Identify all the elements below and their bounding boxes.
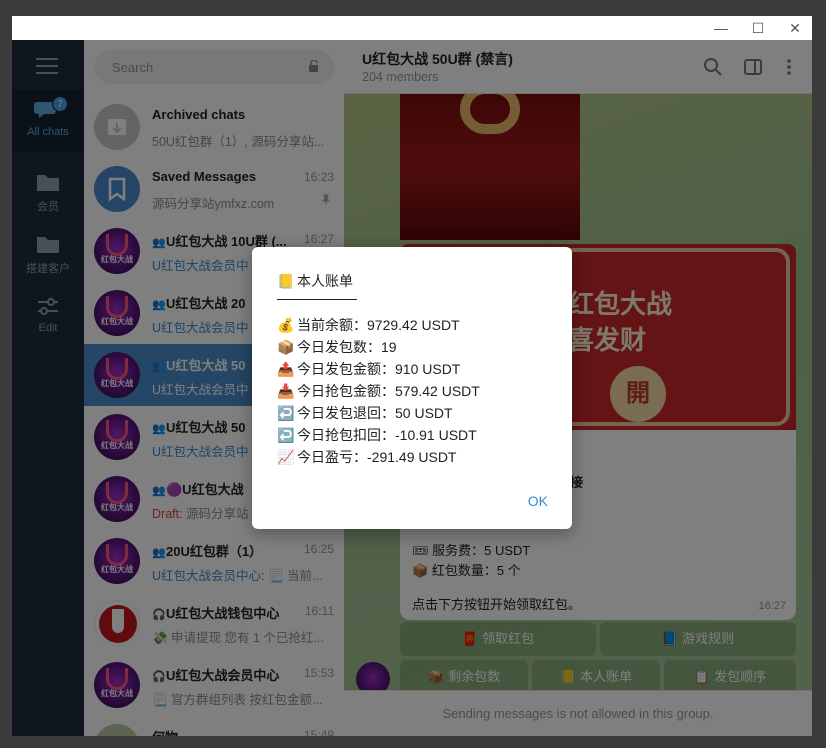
maximize-button[interactable]: ☐ <box>741 16 775 40</box>
dialog-line: 📤 今日发包金额：910 USDT <box>277 361 461 377</box>
dialog-line: 📦 今日发包数：19 <box>277 339 397 355</box>
return-icon: ↩️ <box>277 405 295 421</box>
package-icon: 📦 <box>277 339 295 355</box>
dialog-title: 📒 本人账单 <box>277 273 353 289</box>
money-bag-icon: 💰 <box>277 317 295 333</box>
bill-dialog: 📒 本人账单 💰 当前余额：9729.42 USDT 📦 今日发包数：19 📤 今日发包… <box>252 247 572 529</box>
dialog-line: 📥 今日抢包金额：579.42 USDT <box>277 383 480 399</box>
minimize-button[interactable]: — <box>704 16 738 40</box>
ok-button[interactable]: OK <box>528 493 548 509</box>
notebook-icon: 📒 <box>277 273 295 289</box>
dialog-line: ↩️ 今日抢包扣回：-10.91 USDT <box>277 427 477 443</box>
return-icon: ↩️ <box>277 427 295 443</box>
title-bar: — ☐ ✕ <box>12 16 812 40</box>
inbox-icon: 📥 <box>277 383 295 399</box>
close-button[interactable]: ✕ <box>778 16 812 40</box>
dialog-line: 📈 今日盈亏：-291.49 USDT <box>277 449 457 465</box>
chart-up-icon: 📈 <box>277 449 295 465</box>
outbox-icon: 📤 <box>277 361 295 377</box>
dialog-line: ↩️ 今日发包退回：50 USDT <box>277 405 453 421</box>
divider <box>277 299 357 300</box>
dialog-line: 💰 当前余额：9729.42 USDT <box>277 317 460 333</box>
